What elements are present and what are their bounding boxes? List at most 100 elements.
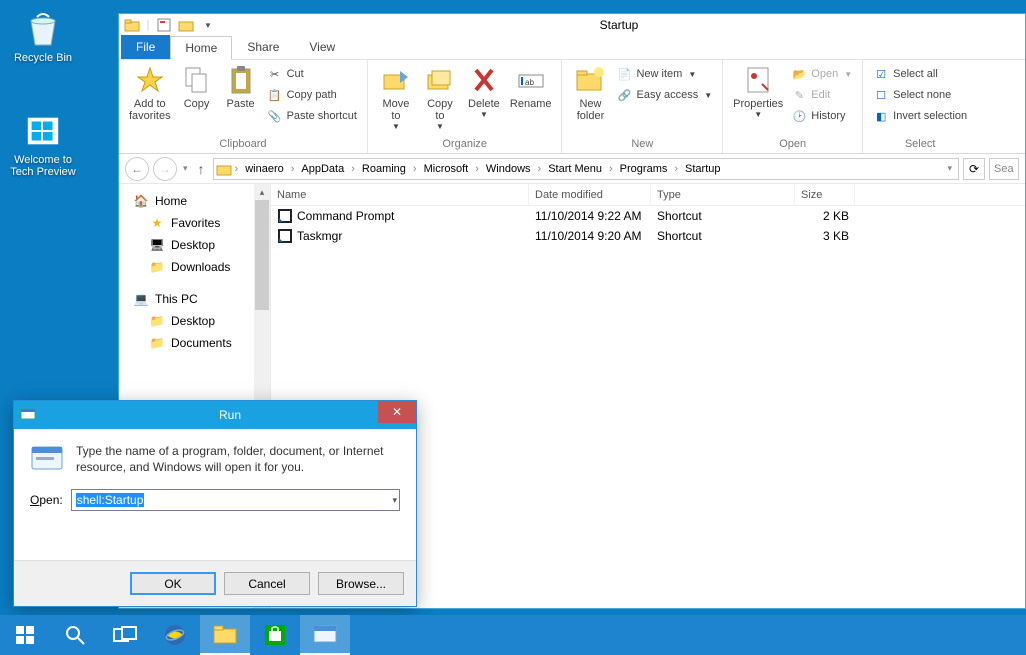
folder-small-icon[interactable]	[177, 16, 195, 34]
nav-desktop-2[interactable]: 📁Desktop	[119, 310, 270, 332]
qat-separator: |	[145, 16, 151, 34]
select-all-button[interactable]: ☑Select all	[869, 64, 971, 84]
nav-desktop[interactable]: 🖥Desktop	[119, 234, 270, 256]
copy-button[interactable]: Copy	[175, 62, 219, 112]
desktop-recycle-bin[interactable]: Recycle Bin	[8, 8, 78, 64]
copy-to-icon	[424, 64, 456, 96]
easy-access-button[interactable]: 🔗Easy access▼	[612, 85, 716, 105]
nav-downloads[interactable]: 📁Downloads	[119, 256, 270, 278]
forward-button[interactable]: →	[153, 157, 177, 181]
refresh-button[interactable]: ⟳	[963, 158, 985, 180]
back-button[interactable]: ←	[125, 157, 149, 181]
rename-button[interactable]: abRename	[506, 62, 556, 112]
delete-button[interactable]: Delete▼	[462, 62, 506, 121]
recent-dropdown-icon[interactable]: ▾	[181, 163, 190, 174]
file-type: Shortcut	[651, 209, 795, 223]
invert-icon: ◧	[873, 108, 889, 124]
shortcut-icon	[277, 228, 293, 244]
invert-selection-button[interactable]: ◧Invert selection	[869, 106, 971, 126]
nav-this-pc[interactable]: 💻This PC	[119, 288, 270, 310]
edit-button[interactable]: ✎Edit	[787, 85, 856, 105]
qat-dropdown-icon[interactable]: ▼	[199, 16, 217, 34]
col-type[interactable]: Type	[651, 184, 795, 205]
shortcut-icon: 📎	[267, 108, 283, 124]
address-bar[interactable]: › winaero› AppData› Roaming› Microsoft› …	[213, 158, 959, 180]
breadcrumb[interactable]: Start Menu	[544, 163, 606, 175]
run-titlebar[interactable]: Run ✕	[14, 401, 416, 429]
search-input[interactable]: Sea	[989, 158, 1019, 180]
paste-button[interactable]: Paste	[219, 62, 263, 112]
ie-button[interactable]	[150, 615, 200, 655]
properties-button[interactable]: Properties▼	[729, 62, 787, 121]
move-to-button[interactable]: Move to▼	[374, 62, 418, 133]
start-button[interactable]	[0, 615, 50, 655]
close-button[interactable]: ✕	[378, 401, 416, 423]
dropdown-icon[interactable]: ▾	[392, 495, 397, 506]
home-icon: 🏠	[133, 193, 149, 209]
scissors-icon: ✂	[267, 66, 283, 82]
add-to-favorites-button[interactable]: Add to favorites	[125, 62, 175, 124]
file-name: Command Prompt	[297, 209, 394, 223]
scroll-thumb[interactable]	[255, 200, 269, 310]
col-name[interactable]: Name	[271, 184, 529, 205]
browse-button[interactable]: Browse...	[318, 572, 404, 595]
select-none-button[interactable]: ☐Select none	[869, 85, 971, 105]
paste-shortcut-button[interactable]: 📎Paste shortcut	[263, 106, 361, 126]
open-button[interactable]: 📂Open▼	[787, 64, 856, 84]
file-row[interactable]: Taskmgr11/10/2014 9:20 AMShortcut3 KB	[271, 226, 1025, 246]
nav-favorites[interactable]: ★Favorites	[119, 212, 270, 234]
scroll-up-icon[interactable]: ▴	[254, 184, 270, 200]
explorer-taskbar-button[interactable]	[200, 615, 250, 655]
breadcrumb[interactable]: Startup	[681, 163, 724, 175]
nav-documents[interactable]: 📁Documents	[119, 332, 270, 354]
address-row: ← → ▾ ↑ › winaero› AppData› Roaming› Mic…	[119, 154, 1025, 184]
properties-icon[interactable]	[155, 16, 173, 34]
run-dialog: Run ✕ Type the name of a program, folder…	[13, 400, 417, 607]
breadcrumb[interactable]: Windows	[482, 163, 535, 175]
tab-file[interactable]: File	[121, 35, 170, 59]
paste-icon	[225, 64, 257, 96]
cut-button[interactable]: ✂Cut	[263, 64, 361, 84]
breadcrumb[interactable]: Programs	[616, 163, 672, 175]
copy-path-button[interactable]: 📋Copy path	[263, 85, 361, 105]
tab-home[interactable]: Home	[170, 36, 232, 60]
group-label: New	[568, 136, 716, 153]
file-row[interactable]: Command Prompt11/10/2014 9:22 AMShortcut…	[271, 206, 1025, 226]
copy-icon	[181, 64, 213, 96]
task-view-button[interactable]	[100, 615, 150, 655]
run-title-text: Run	[44, 408, 416, 422]
folder-icon: 📁	[149, 335, 165, 351]
up-button[interactable]: ↑	[194, 161, 209, 177]
col-size[interactable]: Size	[795, 184, 855, 205]
star-icon: ★	[149, 215, 165, 231]
ok-button[interactable]: OK	[130, 572, 216, 595]
nav-home[interactable]: 🏠Home	[119, 190, 270, 212]
run-taskbar-button[interactable]	[300, 615, 350, 655]
folder-icon[interactable]	[123, 16, 141, 34]
breadcrumb[interactable]: Roaming	[358, 163, 410, 175]
tab-share[interactable]: Share	[232, 35, 294, 59]
breadcrumb[interactable]: winaero	[241, 163, 288, 175]
search-button[interactable]	[50, 615, 100, 655]
file-size: 2 KB	[795, 209, 855, 223]
new-folder-button[interactable]: New folder	[568, 62, 612, 124]
cancel-button[interactable]: Cancel	[224, 572, 310, 595]
copy-to-button[interactable]: Copy to▼	[418, 62, 462, 133]
history-icon: 🕑	[791, 108, 807, 124]
breadcrumb[interactable]: AppData	[297, 163, 348, 175]
new-item-button[interactable]: 📄New item▼	[612, 64, 716, 84]
desktop-welcome[interactable]: Welcome to Tech Preview	[8, 110, 78, 178]
store-button[interactable]	[250, 615, 300, 655]
svg-text:ab: ab	[525, 78, 534, 87]
run-input[interactable]: shell:Startup ▾	[71, 489, 400, 511]
history-button[interactable]: 🕑History	[787, 106, 856, 126]
tab-view[interactable]: View	[294, 35, 350, 59]
explorer-titlebar[interactable]: | ▼ Startup	[119, 14, 1025, 36]
breadcrumb[interactable]: Microsoft	[420, 163, 473, 175]
run-button-row: OK Cancel Browse...	[14, 560, 416, 606]
group-label: Open	[729, 136, 856, 153]
window-title: Startup	[217, 18, 1021, 32]
addr-dropdown-icon[interactable]: ▾	[943, 163, 956, 174]
col-date[interactable]: Date modified	[529, 184, 651, 205]
desktop-icon: 🖥	[149, 237, 165, 253]
